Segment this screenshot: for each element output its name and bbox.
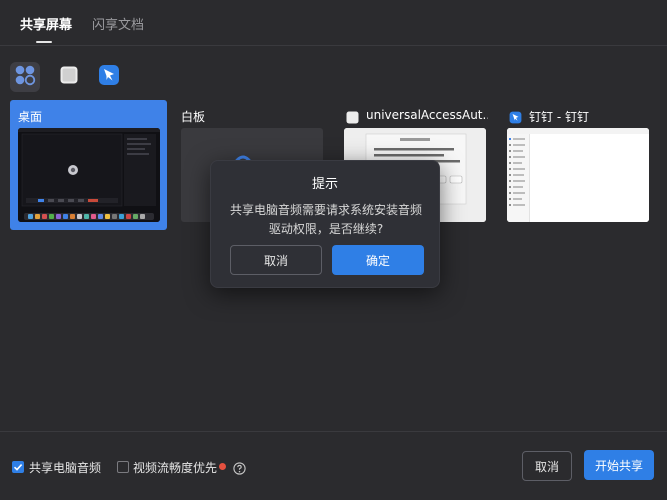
dialog-title: 提示 — [311, 177, 338, 192]
new-badge-dot — [219, 463, 226, 470]
cancel-button[interactable]: 取消 — [522, 451, 572, 481]
help-icon[interactable] — [233, 460, 246, 479]
active-tab-indicator — [36, 41, 52, 43]
dingtalk-icon — [509, 109, 522, 128]
video-priority-label: 视频流畅度优先 — [133, 461, 218, 475]
desktop-thumbnail — [18, 128, 160, 222]
filter-windows-button[interactable] — [54, 62, 84, 92]
source-title: 钉钉 - 钉钉 — [529, 110, 589, 124]
tab-share-docs[interactable]: 闪享文档 — [92, 14, 144, 33]
bottom-bar: 共享电脑音频 视频流畅度优先 取消 开始共享 — [0, 431, 667, 500]
dialog-cancel-button[interactable]: 取消 — [230, 245, 322, 275]
dialog-confirm-button[interactable]: 确定 — [332, 245, 424, 275]
dingtalk-thumbnail — [507, 128, 649, 222]
video-priority-checkbox[interactable] — [117, 461, 129, 473]
source-card-desktop[interactable]: 桌面 — [10, 100, 167, 230]
tab-share-screen[interactable]: 共享屏幕 — [20, 14, 72, 33]
checkmark-icon — [12, 461, 24, 473]
window-icon — [59, 65, 79, 89]
source-title: universalAccessAut... — [366, 108, 488, 122]
window-icon — [346, 109, 359, 128]
share-audio-checkbox[interactable] — [12, 461, 24, 473]
source-title: 白板 — [181, 110, 206, 124]
source-card-dingtalk[interactable]: 钉钉 - 钉钉 — [499, 100, 656, 230]
dialog-message: 共享电脑音频需要请求系统安装音频驱动权限，是否继续? — [229, 203, 422, 236]
start-share-button[interactable]: 开始共享 — [584, 450, 654, 480]
grid-apps-icon — [14, 64, 36, 90]
tab-bar: 共享屏幕 闪享文档 — [0, 0, 667, 46]
source-title: 桌面 — [18, 110, 43, 124]
filter-all-button[interactable] — [10, 62, 40, 92]
share-audio-label: 共享电脑音频 — [29, 461, 102, 475]
filter-dingtalk-button[interactable] — [94, 62, 124, 92]
dingtalk-icon — [98, 64, 120, 90]
audio-permission-dialog: 提示 共享电脑音频需要请求系统安装音频驱动权限，是否继续? 取消 确定 — [210, 160, 440, 288]
